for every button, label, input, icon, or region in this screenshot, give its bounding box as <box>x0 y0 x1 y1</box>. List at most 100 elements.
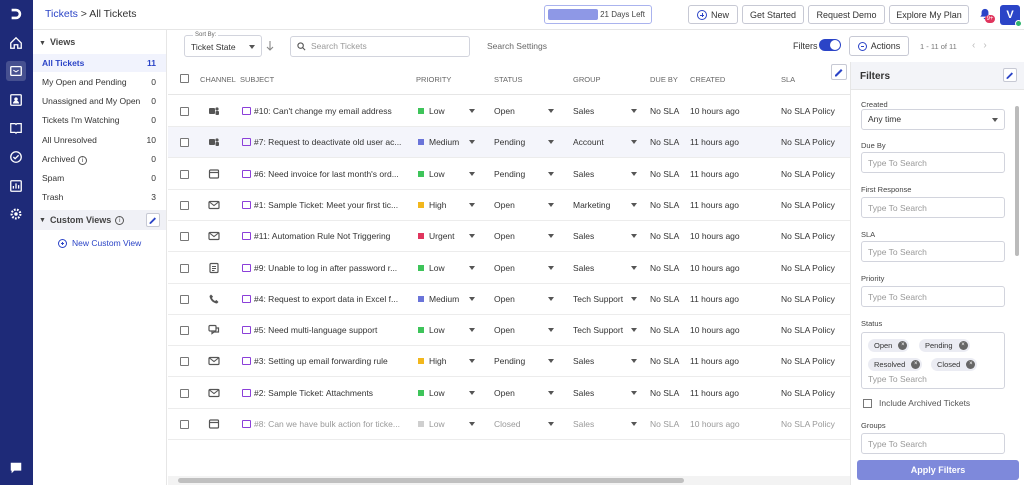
chevron-down-icon[interactable] <box>631 202 637 207</box>
apply-filters-button[interactable]: Apply Filters <box>857 460 1019 480</box>
status-chip-closed[interactable]: Closed × <box>931 358 978 371</box>
group-value[interactable]: Sales <box>573 231 594 241</box>
group-value[interactable]: Tech Support <box>573 294 623 304</box>
status-chip-pending[interactable]: Pending × <box>919 339 970 352</box>
column-header-created[interactable]: CREATED <box>690 75 725 84</box>
row-checkbox[interactable] <box>180 357 189 367</box>
chevron-down-icon[interactable] <box>548 140 554 145</box>
chat-support-icon[interactable] <box>8 460 24 476</box>
view-all-unresolved[interactable]: All Unresolved 10 <box>33 131 166 149</box>
new-button[interactable]: New <box>688 5 738 24</box>
chevron-down-icon[interactable] <box>631 328 637 333</box>
chevron-down-icon[interactable] <box>631 422 637 426</box>
column-header-status[interactable]: STATUS <box>494 75 522 84</box>
column-header-group[interactable]: GROUP <box>573 75 601 84</box>
request-demo-button[interactable]: Request Demo <box>808 5 885 24</box>
view-watching[interactable]: Tickets I'm Watching 0 <box>33 111 166 129</box>
status-value[interactable]: Pending <box>494 137 525 147</box>
status-value[interactable]: Open <box>494 106 515 116</box>
views-header[interactable]: ▼ Views <box>39 37 75 47</box>
home-icon[interactable] <box>8 35 24 51</box>
include-archived-checkbox[interactable] <box>863 398 872 408</box>
priority-select[interactable]: Medium <box>418 294 459 304</box>
row-checkbox[interactable] <box>180 169 189 179</box>
priority-select[interactable]: High <box>418 200 446 210</box>
select-all-checkbox[interactable] <box>180 74 189 83</box>
chevron-down-icon[interactable] <box>548 202 554 207</box>
ticket-subject-link[interactable]: #5: Need multi-language support <box>242 325 407 335</box>
table-row[interactable]: #1: Sample Ticket: Meet your first tic..… <box>168 190 850 221</box>
chevron-down-icon[interactable] <box>631 390 637 395</box>
edit-custom-views-button[interactable] <box>146 213 160 227</box>
chevron-down-icon[interactable] <box>469 202 475 207</box>
status-value[interactable]: Closed <box>494 419 520 429</box>
pagination-arrows[interactable]: ‹› <box>972 40 995 51</box>
chevron-down-icon[interactable] <box>548 422 554 426</box>
close-icon[interactable]: × <box>958 341 968 350</box>
group-value[interactable]: Marketing <box>573 200 610 210</box>
chevron-down-icon[interactable] <box>631 140 637 145</box>
column-header-subject[interactable]: SUBJECT <box>240 75 274 84</box>
row-checkbox[interactable] <box>180 200 189 210</box>
get-started-button[interactable]: Get Started <box>742 5 804 24</box>
table-row[interactable]: #6: Need invoice for last month's ord...… <box>168 159 850 190</box>
ticket-subject-link[interactable]: #7: Request to deactivate old user ac... <box>242 137 407 147</box>
filters-toggle[interactable] <box>819 39 841 51</box>
custom-views-header[interactable]: ▼ Custom Views i <box>33 210 166 230</box>
group-value[interactable]: Sales <box>573 388 594 398</box>
table-row[interactable]: #9: Unable to log in after password r...… <box>168 253 850 284</box>
ticket-subject-link[interactable]: #1: Sample Ticket: Meet your first tic..… <box>242 200 407 210</box>
priority-select[interactable]: Low <box>418 263 445 273</box>
search-settings-link[interactable]: Search Settings <box>487 41 547 51</box>
ticket-subject-link[interactable]: #4: Request to export data in Excel f... <box>242 294 407 304</box>
status-filter-box[interactable]: Open × Pending × Resolved × Closed × <box>861 332 1005 389</box>
table-row[interactable]: #7: Request to deactivate old user ac...… <box>168 127 850 159</box>
sort-direction-arrow-icon[interactable] <box>266 40 274 52</box>
column-header-channel[interactable]: CHANNEL <box>200 75 236 84</box>
chevron-down-icon[interactable] <box>548 296 554 301</box>
row-checkbox[interactable] <box>180 294 189 304</box>
view-spam[interactable]: Spam 0 <box>33 169 166 187</box>
explore-plan-button[interactable]: Explore My Plan <box>889 5 969 24</box>
status-value[interactable]: Open <box>494 325 515 335</box>
row-checkbox[interactable] <box>180 388 189 398</box>
group-value[interactable]: Account <box>573 137 604 147</box>
ticket-subject-link[interactable]: #3: Setting up email forwarding rule <box>242 356 407 366</box>
column-header-priority[interactable]: PRIORITY <box>416 75 451 84</box>
search-input[interactable] <box>311 41 461 51</box>
group-value[interactable]: Sales <box>573 419 594 429</box>
table-row[interactable]: #11: Automation Rule Not Triggering Urgen… <box>168 221 850 253</box>
status-value[interactable]: Pending <box>494 169 525 179</box>
group-value[interactable]: Sales <box>573 356 594 366</box>
due-by-filter-input[interactable] <box>861 152 1005 173</box>
row-checkbox[interactable] <box>180 107 189 116</box>
chevron-down-icon[interactable] <box>548 359 554 364</box>
edit-filters-button[interactable] <box>1003 68 1017 82</box>
chevron-down-icon[interactable] <box>548 390 554 395</box>
tickets-icon[interactable] <box>6 61 26 81</box>
table-row[interactable]: #4: Request to export data in Excel f...… <box>168 284 850 315</box>
group-value[interactable]: Sales <box>573 106 594 116</box>
chevron-down-icon[interactable] <box>469 296 475 301</box>
chevron-down-icon[interactable] <box>631 296 637 301</box>
sort-by-select[interactable]: Sort By: Ticket State <box>184 32 262 57</box>
edit-columns-button[interactable] <box>831 64 847 80</box>
priority-select[interactable]: Low <box>418 169 445 179</box>
row-checkbox[interactable] <box>180 138 189 148</box>
view-trash[interactable]: Trash 3 <box>33 188 166 206</box>
include-archived-option[interactable]: Include Archived Tickets <box>863 398 970 408</box>
view-my-open-pending[interactable]: My Open and Pending 0 <box>33 73 166 91</box>
close-icon[interactable]: × <box>966 360 976 369</box>
trial-progress[interactable]: 21 Days Left <box>544 5 652 24</box>
contacts-icon[interactable] <box>8 92 24 108</box>
chevron-down-icon[interactable] <box>631 359 637 364</box>
table-row[interactable]: #2: Sample Ticket: Attachments Low Open Sal… <box>168 378 850 409</box>
chevron-down-icon[interactable] <box>631 171 637 176</box>
priority-select[interactable]: Low <box>418 325 445 335</box>
tasks-icon[interactable] <box>8 149 24 165</box>
priority-select[interactable]: Low <box>418 419 445 429</box>
row-checkbox[interactable] <box>180 232 189 242</box>
status-value[interactable]: Pending <box>494 356 525 366</box>
chevron-down-icon[interactable] <box>469 234 475 239</box>
status-filter-input[interactable] <box>868 374 988 384</box>
